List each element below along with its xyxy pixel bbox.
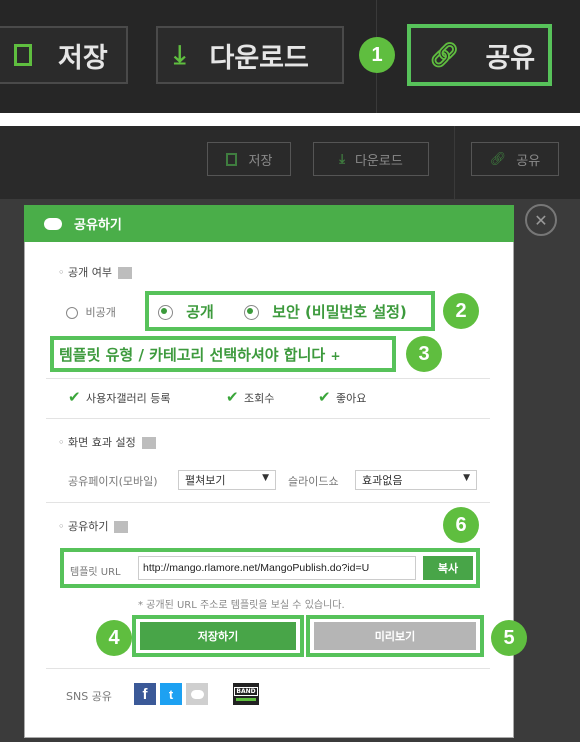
cloud-upload-icon [44, 217, 62, 230]
annotation-badge-2: 2 [443, 293, 479, 329]
download-icon-dim: ⤓ [339, 151, 345, 167]
checkbox-views[interactable]: ✔ 조회수 [226, 390, 274, 406]
download-button-dim[interactable]: ⤓ 다운로드 [313, 142, 429, 176]
template-type-notice[interactable]: 템플릿 유형 / 카테고리 선택하셔야 합니다 + [59, 344, 341, 365]
close-icon[interactable]: ✕ [525, 204, 557, 236]
download-label: 다운로드 [209, 42, 309, 74]
url-hint: * 공개된 URL 주소로 템플릿을 보실 수 있습니다. [138, 600, 345, 611]
radio-private[interactable]: 비공개 [66, 304, 116, 320]
radio-public[interactable]: 공개 [158, 301, 214, 322]
sns-label: SNS 공유 [66, 690, 112, 703]
link-icon-dim: 🔗︎ [489, 151, 507, 167]
dropdown-arrow-icon: ▼ [463, 473, 470, 483]
download-label-dim: 다운로드 [354, 153, 403, 169]
visibility-heading: ◦ 공개 여부 [58, 264, 132, 280]
share-page-select[interactable]: 펼쳐보기 ▼ [178, 470, 276, 490]
save-label: 저장 [58, 42, 108, 74]
check-icon: ✔ [226, 388, 239, 406]
dropdown-arrow-icon: ▼ [262, 473, 269, 483]
share-label: 공유 [485, 42, 536, 74]
share-page-label: 공유페이지(모바일) [68, 475, 158, 488]
checkbox-likes[interactable]: ✔ 좋아요 [318, 390, 366, 406]
download-button[interactable]: ⤓ 다운로드 [156, 26, 344, 84]
slideshow-select[interactable]: 효과없음 ▼ [355, 470, 477, 490]
radio-public-icon [158, 305, 173, 320]
slideshow-label: 슬라이드쇼 [288, 475, 339, 488]
annotation-badge-5: 5 [491, 620, 527, 656]
check-icon: ✔ [68, 388, 81, 406]
share-button-dim[interactable]: 🔗︎ 공유 [471, 142, 559, 176]
facebook-icon[interactable]: f [134, 683, 156, 705]
dialog-header: 공유하기 [24, 205, 514, 242]
share-label-dim: 공유 [516, 153, 541, 169]
preview-button[interactable]: 미리보기 [314, 622, 476, 650]
help-icon [141, 437, 156, 449]
checkbox-gallery[interactable]: ✔ 사용자갤러리 등록 [68, 390, 170, 406]
radio-secure-icon [244, 305, 259, 320]
save-button[interactable]: 저장 [0, 26, 128, 84]
annotation-badge-6: 6 [443, 507, 479, 543]
check-icon: ✔ [318, 388, 331, 406]
annotation-badge-4: 4 [96, 620, 132, 656]
annotation-badge-1: 1 [359, 37, 395, 73]
radio-secure[interactable]: 보안 (비밀번호 설정) [244, 301, 407, 322]
save-dialog-button[interactable]: 저장하기 [140, 622, 296, 650]
save-label-dim: 저장 [248, 153, 273, 169]
save-icon [14, 44, 32, 66]
radio-private-icon [66, 307, 78, 319]
chat-bubble-icon[interactable] [186, 683, 208, 705]
share-heading: ◦ 공유하기 [58, 518, 129, 534]
annotation-badge-3: 3 [406, 336, 442, 372]
dialog-title: 공유하기 [74, 218, 122, 233]
band-icon[interactable]: BAND [233, 683, 259, 705]
url-label: 템플릿 URL [70, 567, 121, 578]
share-button[interactable]: 🔗︎ 공유 [407, 24, 552, 86]
link-icon: 🔗︎ [429, 41, 460, 69]
copy-button[interactable]: 복사 [423, 556, 473, 580]
toolbar-zoom: 저장 ⤓ 다운로드 1 🔗︎ 공유 [0, 0, 580, 113]
twitter-icon[interactable]: t [160, 683, 182, 705]
download-icon: ⤓ [174, 39, 186, 70]
help-icon [114, 521, 129, 533]
effects-heading: ◦ 화면 효과 설정 [58, 434, 156, 450]
save-button-dim[interactable]: 저장 [207, 142, 291, 176]
help-icon [117, 267, 132, 279]
url-input[interactable]: http://mango.rlamore.net/MangoPublish.do… [138, 556, 416, 580]
save-icon-dim [225, 152, 237, 166]
